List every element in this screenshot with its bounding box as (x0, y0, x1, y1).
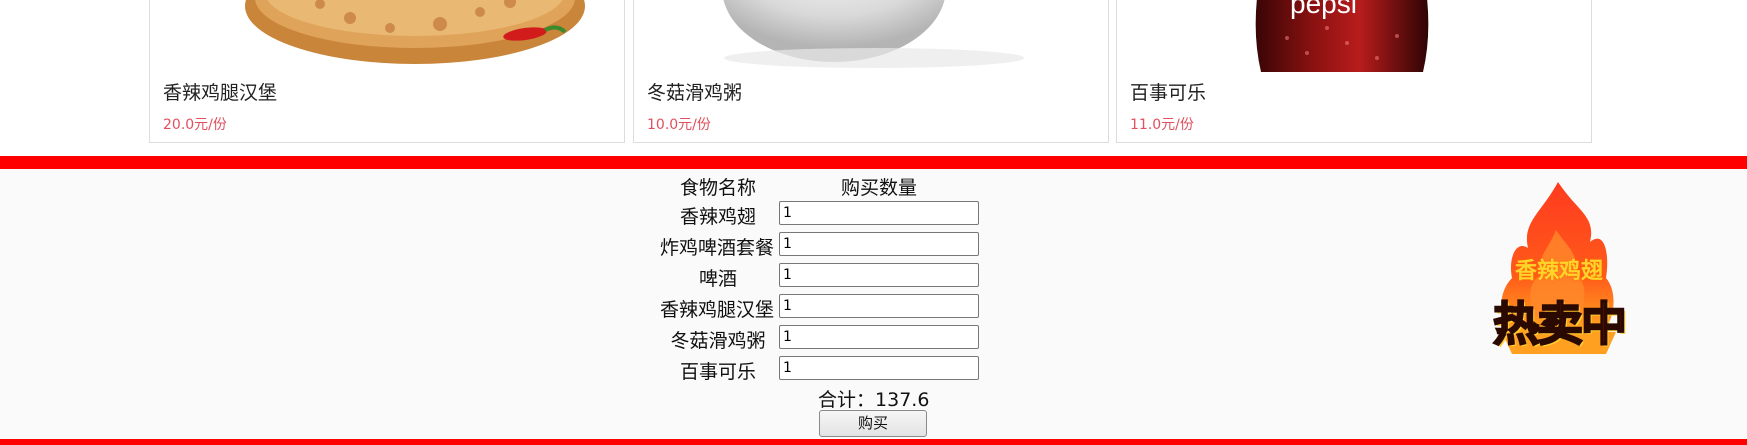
quantity-input-burger[interactable] (779, 294, 979, 318)
quantity-input-wings[interactable] (779, 201, 979, 225)
pepsi-bottle-image: pepsi (1117, 0, 1591, 72)
item-name: 炸鸡啤酒套餐 (659, 237, 774, 259)
order-total: 合计：137.6 (818, 385, 929, 412)
item-name: 香辣鸡翅 (679, 206, 756, 228)
order-form: 食物名称 购买数量 香辣鸡翅 炸鸡啤酒套餐 啤酒 香辣鸡腿汉堡 冬菇滑鸡粥 百事… (0, 169, 1747, 439)
quantity-input-pepsi[interactable] (779, 356, 979, 380)
porridge-image (634, 0, 1108, 72)
quantity-input-porridge[interactable] (779, 325, 979, 349)
product-name: 冬菇滑鸡粥 (647, 82, 743, 104)
burger-image (150, 0, 624, 72)
total-value: 137.6 (875, 389, 930, 411)
badge-item-name: 香辣鸡翅 (1514, 259, 1603, 284)
product-card-pepsi[interactable]: pepsi 百事可乐 11.0元/份 (1116, 0, 1592, 143)
product-card-row: 香辣鸡腿汉堡 20.0元/份 冬菇滑鸡粥 10.0元/份 pepsi 百事可乐 … (0, 0, 1747, 160)
product-price: 11.0元/份 (1130, 117, 1194, 133)
buy-button[interactable]: 购买 (819, 410, 927, 437)
header-quantity: 购买数量 (840, 177, 917, 199)
hot-selling-badge: 香辣鸡翅 热卖中 (1486, 182, 1632, 354)
badge-hot-text: 热卖中 (1492, 296, 1628, 352)
quantity-input-chicken-beer-set[interactable] (779, 232, 979, 256)
product-price: 20.0元/份 (163, 117, 227, 133)
total-label: 合计： (818, 389, 876, 411)
item-name: 啤酒 (698, 268, 737, 290)
header-food-name: 食物名称 (679, 177, 756, 199)
item-name: 百事可乐 (679, 361, 756, 383)
red-divider-top (0, 156, 1747, 169)
red-divider-bottom (0, 439, 1747, 445)
pepsi-logo-text: pepsi (1290, 0, 1357, 19)
quantity-input-beer[interactable] (779, 263, 979, 287)
product-card-porridge[interactable]: 冬菇滑鸡粥 10.0元/份 (633, 0, 1109, 143)
product-price: 10.0元/份 (647, 117, 711, 133)
product-name: 香辣鸡腿汉堡 (163, 82, 278, 104)
product-name: 百事可乐 (1130, 82, 1207, 104)
item-name: 香辣鸡腿汉堡 (659, 299, 774, 321)
product-card-burger[interactable]: 香辣鸡腿汉堡 20.0元/份 (149, 0, 625, 143)
item-name: 冬菇滑鸡粥 (670, 330, 766, 352)
